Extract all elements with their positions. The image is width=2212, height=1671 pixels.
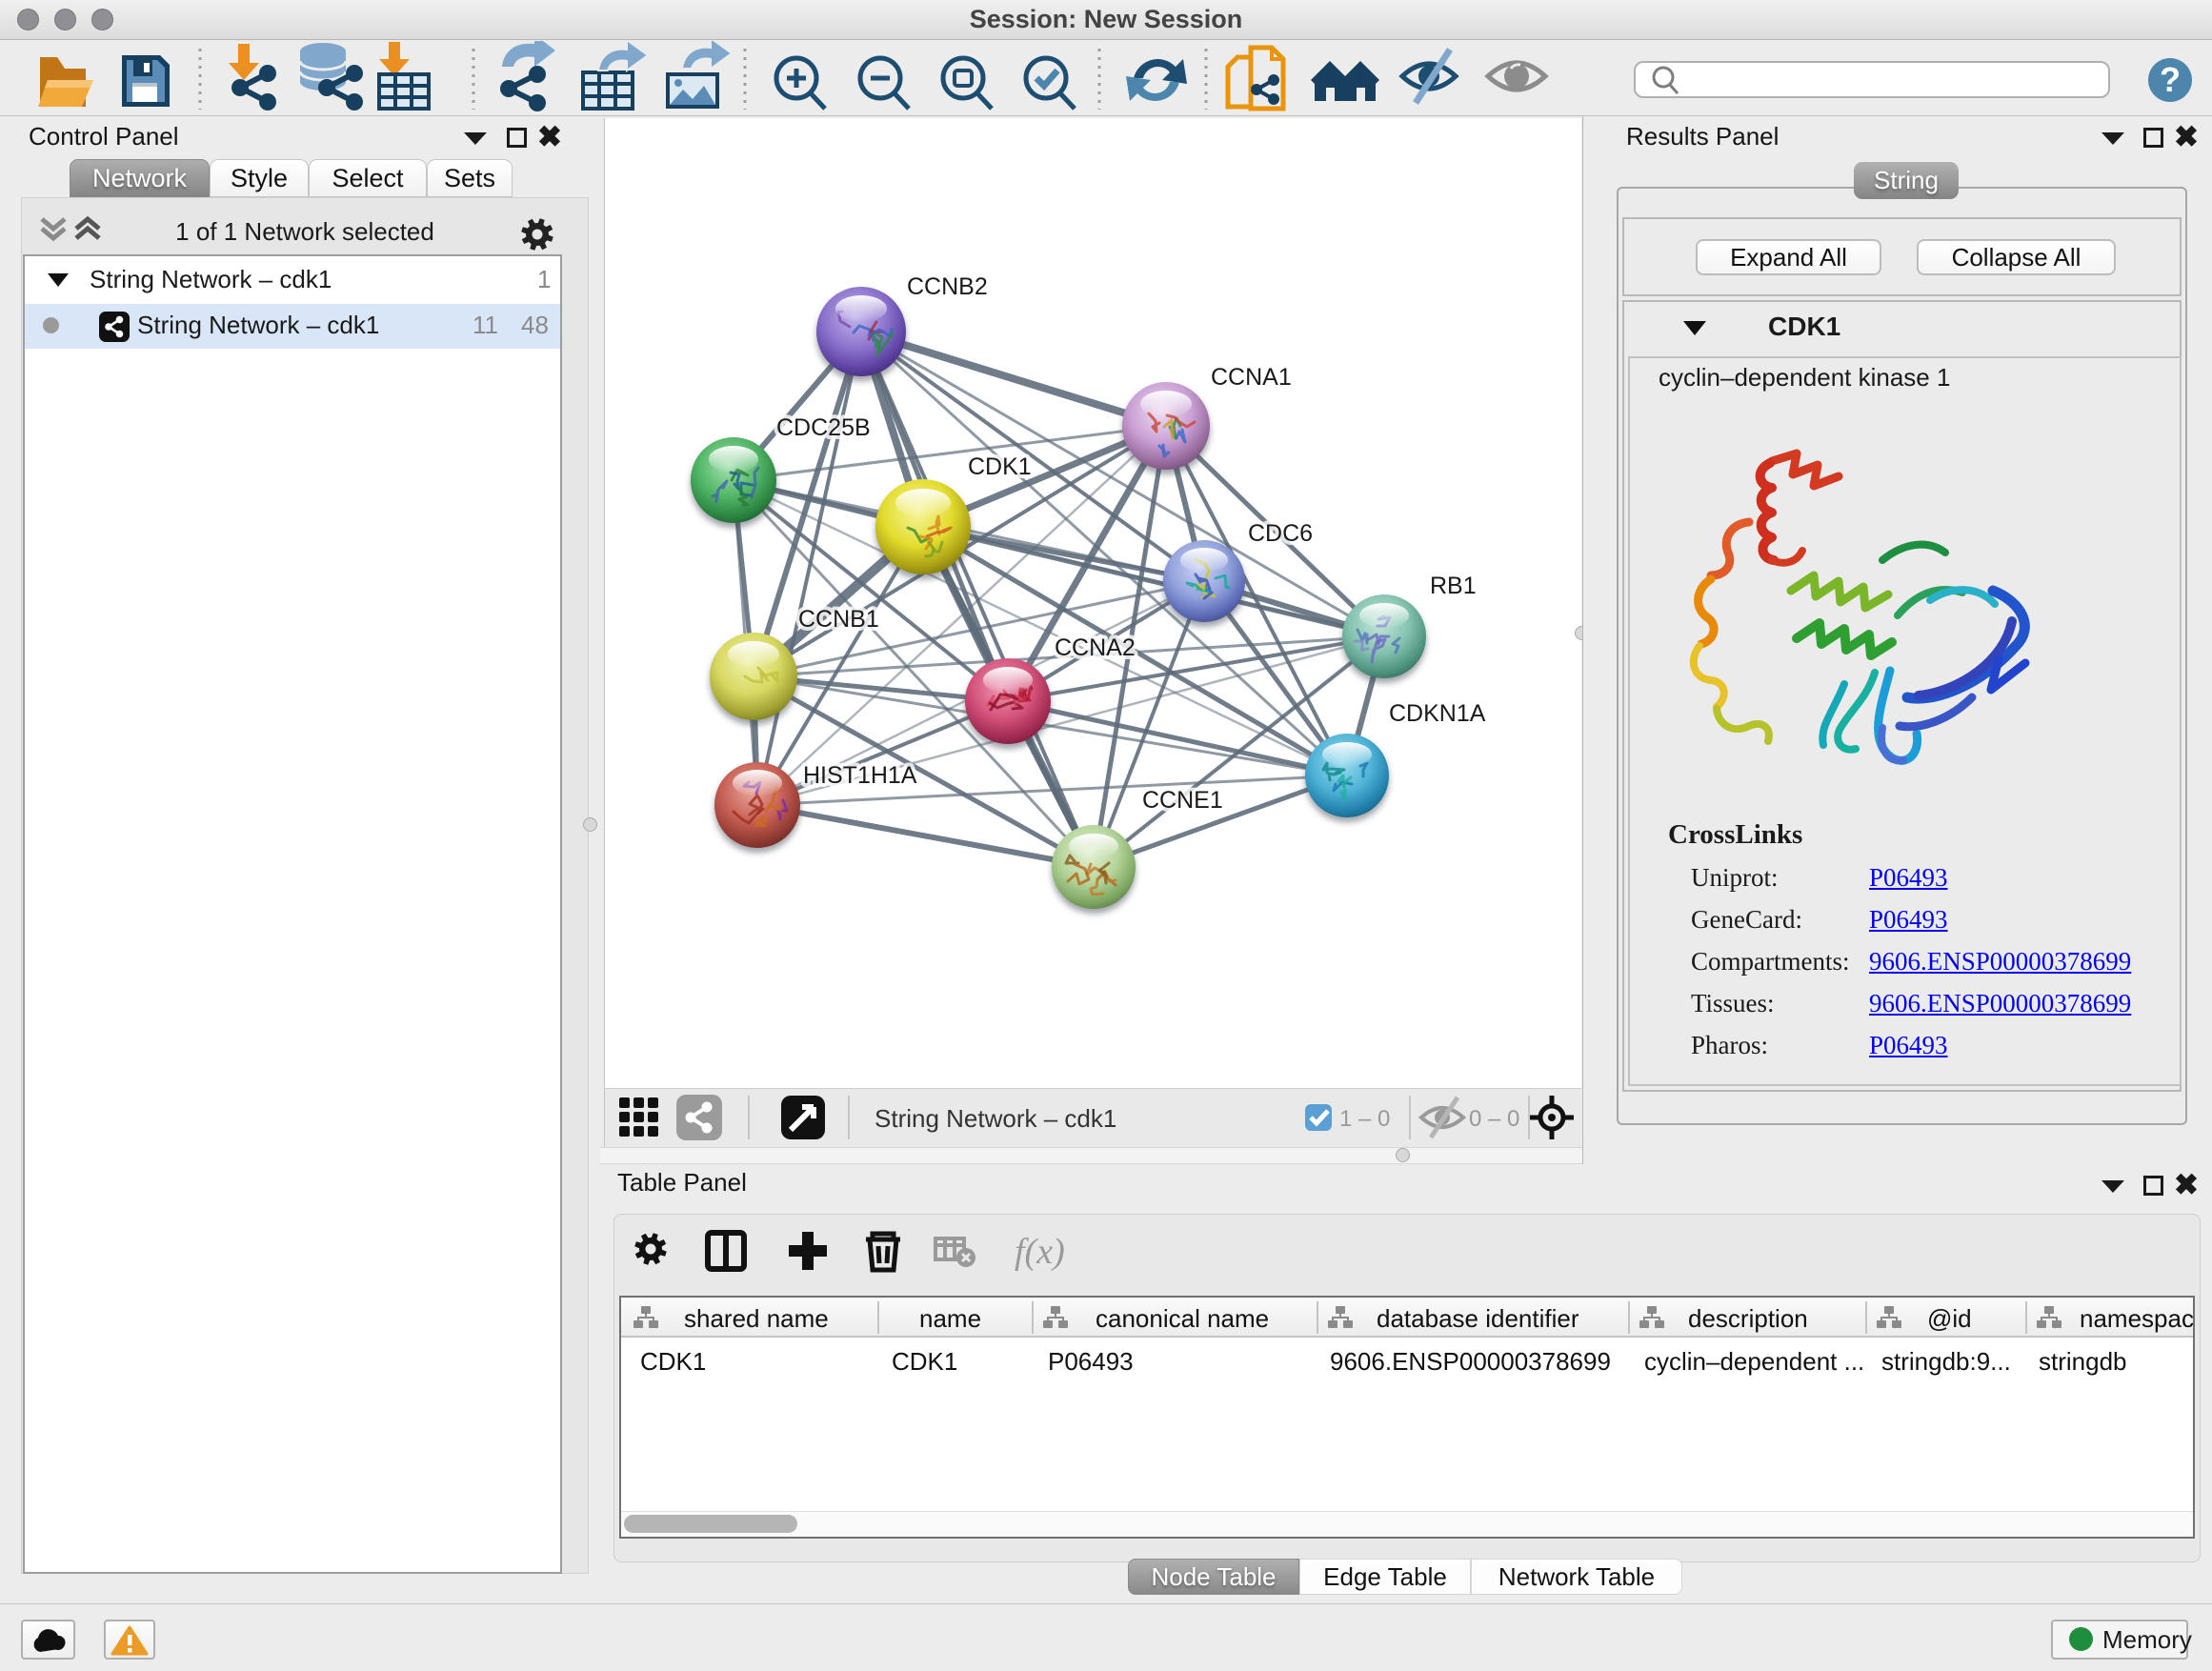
svg-text:0 – 0: 0 – 0 bbox=[1469, 1106, 1519, 1132]
svg-text:CCNE1: CCNE1 bbox=[1142, 787, 1223, 814]
svg-text:CCNB1: CCNB1 bbox=[798, 606, 879, 633]
svg-text:HIST1H1A: HIST1H1A bbox=[803, 762, 917, 789]
svg-text:CDKN1A: CDKN1A bbox=[1389, 700, 1486, 727]
svg-text:1 – 0: 1 – 0 bbox=[1339, 1106, 1390, 1132]
svg-text:CCNA1: CCNA1 bbox=[1211, 364, 1292, 391]
svg-text:?: ? bbox=[2160, 60, 2181, 99]
svg-text:CCNA2: CCNA2 bbox=[1055, 634, 1136, 661]
svg-text:f(x): f(x) bbox=[1015, 1232, 1065, 1272]
svg-text:CCNB2: CCNB2 bbox=[907, 273, 988, 300]
svg-text:CDC6: CDC6 bbox=[1248, 520, 1313, 547]
svg-text:String Network – cdk1: String Network – cdk1 bbox=[875, 1104, 1116, 1133]
svg-text:RB1: RB1 bbox=[1430, 573, 1477, 599]
svg-text:CDC25B: CDC25B bbox=[776, 414, 871, 441]
svg-text:CDK1: CDK1 bbox=[968, 453, 1032, 480]
